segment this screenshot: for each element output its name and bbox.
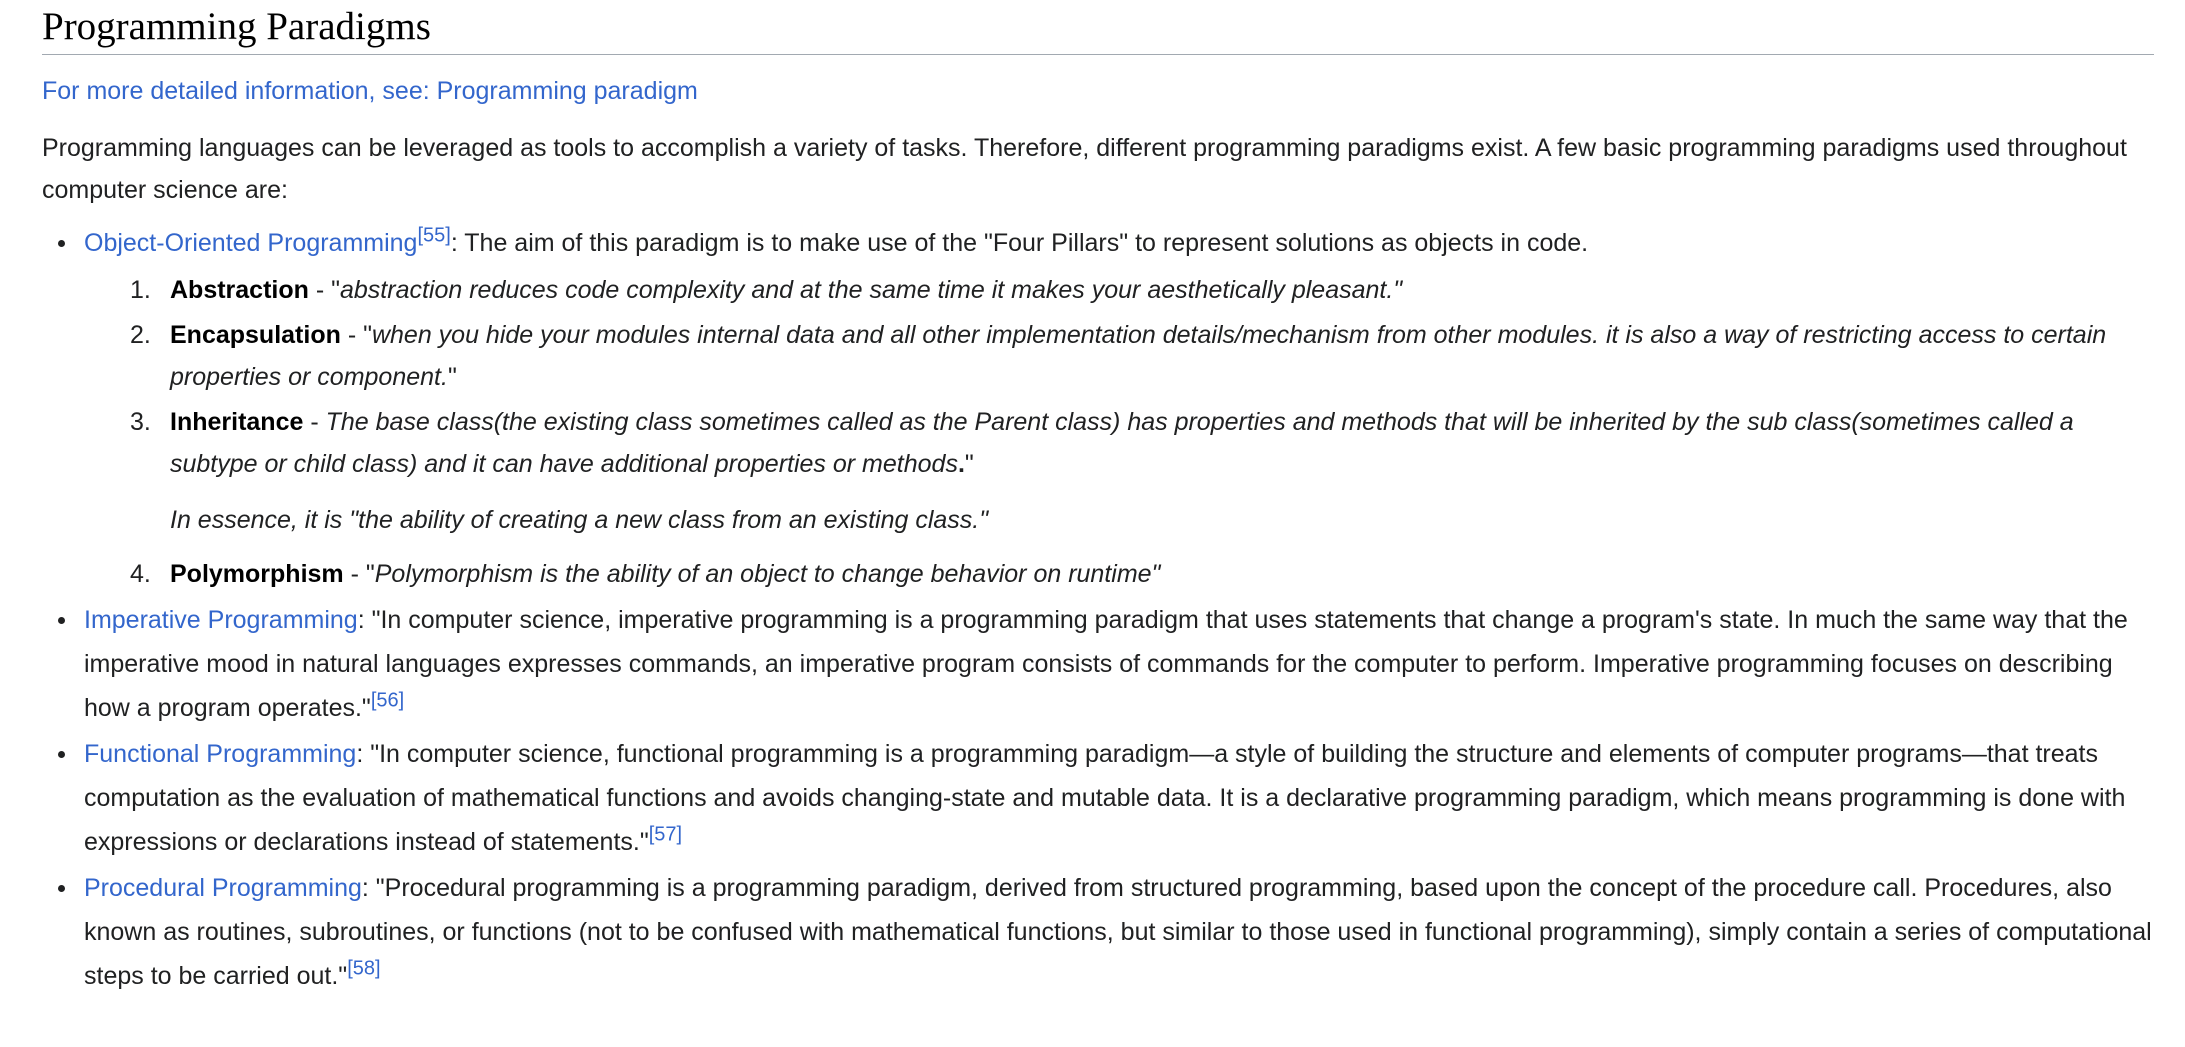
- procedural-description: : "Procedural programming is a programmi…: [84, 874, 2152, 990]
- section-heading: Programming Paradigms: [42, 0, 2154, 55]
- paradigm-list: Object-Oriented Programming[55]: The aim…: [42, 221, 2154, 998]
- hatnote: For more detailed information, see: Prog…: [42, 73, 2154, 109]
- functional-description: : "In computer science, functional progr…: [84, 740, 2126, 856]
- pillar-inheritance: 3. Inheritance - The base class(the exis…: [84, 401, 2154, 541]
- bullet-icon: [58, 885, 65, 892]
- reference-link-57[interactable]: [57]: [649, 824, 682, 846]
- reference-link-58[interactable]: [58]: [347, 958, 380, 980]
- inheritance-essence: In essence, it is "the ability of creati…: [170, 506, 989, 534]
- pillar-quote: abstraction reduces code complexity and …: [340, 276, 1403, 304]
- pillar-polymorphism: 4. Polymorphism - "Polymorphism is the a…: [84, 553, 2154, 595]
- pillar-term: Encapsulation: [170, 321, 341, 349]
- pillar-term: Abstraction: [170, 276, 309, 304]
- bullet-icon: [58, 240, 65, 247]
- intro-paragraph: Programming languages can be leveraged a…: [42, 134, 2127, 204]
- pillar-separator: - ": [343, 560, 375, 588]
- list-item-oop: Object-Oriented Programming[55]: The aim…: [42, 221, 2154, 595]
- list-item-imperative: Imperative Programming: "In computer sci…: [42, 598, 2154, 730]
- reference-link-56[interactable]: [56]: [371, 690, 404, 712]
- functional-link[interactable]: Functional Programming: [84, 740, 356, 768]
- pillar-number: 1.: [130, 276, 151, 304]
- oop-link[interactable]: Object-Oriented Programming: [84, 229, 417, 257]
- article-section: Programming Paradigms For more detailed …: [42, 0, 2154, 1000]
- pillar-separator: - ": [340, 321, 372, 349]
- pillar-separator: - ": [308, 276, 340, 304]
- pillar-quote: when you hide your modules internal data…: [170, 321, 2107, 391]
- pillar-number: 2.: [130, 321, 151, 349]
- bullet-icon: [58, 751, 65, 758]
- pillar-separator: -: [303, 408, 326, 436]
- bullet-icon: [58, 617, 65, 624]
- hatnote-link[interactable]: For more detailed information, see: Prog…: [42, 77, 698, 105]
- pillars-list: 1. Abstraction - "abstraction reduces co…: [84, 269, 2154, 595]
- procedural-link[interactable]: Procedural Programming: [84, 874, 362, 902]
- pillar-term: Polymorphism: [170, 560, 344, 588]
- oop-description: : The aim of this paradigm is to make us…: [450, 229, 1589, 257]
- pillar-period: .: [957, 450, 965, 478]
- pillar-number: 4.: [130, 560, 151, 588]
- pillar-quote-close: ": [447, 363, 457, 391]
- reference-link-55[interactable]: [55]: [417, 225, 450, 247]
- pillar-number: 3.: [130, 408, 151, 436]
- pillar-encapsulation: 2. Encapsulation - "when you hide your m…: [84, 314, 2154, 398]
- pillar-abstraction: 1. Abstraction - "abstraction reduces co…: [84, 269, 2154, 311]
- pillar-quote: Polymorphism is the ability of an object…: [374, 560, 1161, 588]
- pillar-term: Inheritance: [170, 408, 304, 436]
- imperative-link[interactable]: Imperative Programming: [84, 606, 358, 634]
- list-item-procedural: Procedural Programming: "Procedural prog…: [42, 866, 2154, 998]
- list-item-functional: Functional Programming: "In computer sci…: [42, 732, 2154, 864]
- pillar-quote: The base class(the existing class someti…: [170, 408, 2074, 478]
- pillar-quote-close: ": [964, 450, 974, 478]
